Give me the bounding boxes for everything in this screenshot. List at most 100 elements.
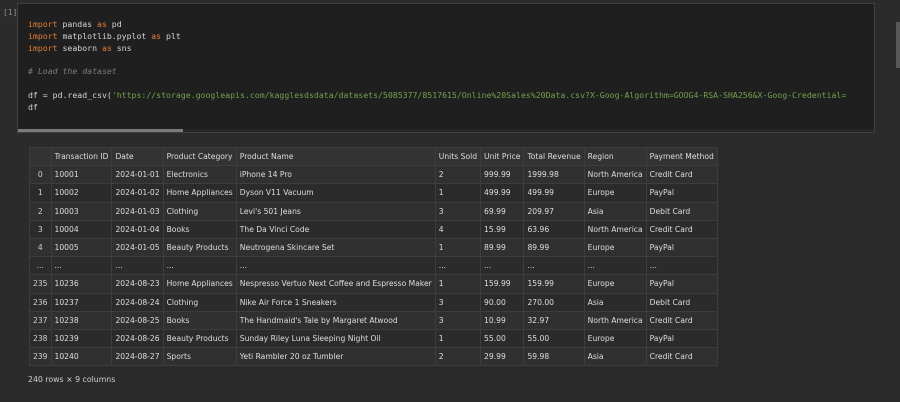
table-cell: PayPal: [645, 237, 718, 258]
column-header: Region: [583, 146, 647, 167]
table-cell: 3: [434, 292, 482, 312]
table-cell: Debit Card: [645, 201, 718, 221]
table-cell: 1: [434, 183, 482, 203]
table-cell: Europe: [583, 274, 647, 294]
table-cell: 499.99: [523, 183, 585, 203]
table-cell: Asia: [583, 292, 647, 312]
table-cell: 10002: [50, 183, 113, 203]
table-cell: Asia: [583, 347, 647, 367]
table-cell: 10238: [50, 310, 113, 330]
table-cell: 2024-01-02: [111, 183, 164, 203]
table-row: 1 10002 2024-01-02 Home Appliances Dyson V11…: [29, 183, 718, 203]
table-cell: 10001: [50, 165, 113, 185]
table-cell: Home Appliances: [162, 183, 237, 203]
table-cell: PayPal: [645, 183, 718, 203]
table-cell: Levi's 501 Jeans: [235, 201, 436, 221]
table-cell: 10.99: [480, 310, 525, 330]
table-cell: 89.99: [480, 237, 525, 258]
table-cell: The Handmaid's Tale by Margaret Atwood: [235, 310, 436, 330]
index-header: [29, 146, 52, 167]
table-cell: 2024-01-05: [111, 237, 164, 258]
table-row: 237 10238 2024-08-25 Books The Handmaid's Ta…: [29, 310, 718, 330]
column-header: Date: [111, 146, 164, 167]
table-cell: ...: [583, 256, 647, 276]
code-text: matplotlib.pyplot: [57, 30, 152, 41]
row-index: 235: [29, 274, 52, 294]
column-header: Total Revenue: [523, 146, 585, 167]
table-cell: ...: [162, 256, 237, 276]
table-cell: 29.99: [480, 347, 525, 367]
column-header: Transaction ID: [50, 146, 113, 167]
table-cell: 59.98: [523, 347, 585, 367]
table-row: 2 10003 2024-01-03 Clothing Levi's 501 Jeans…: [29, 201, 718, 221]
table-cell: North America: [583, 219, 647, 239]
table-cell: Books: [162, 219, 237, 239]
table-cell: Credit Card: [645, 347, 718, 367]
row-index: ...: [29, 256, 52, 276]
table-cell: Yeti Rambler 20 oz Tumbler: [235, 347, 436, 367]
table-cell: Electronics: [162, 165, 237, 185]
table-cell: 10236: [50, 274, 113, 294]
column-header: Product Name: [235, 146, 436, 167]
table-cell: Credit Card: [645, 219, 718, 239]
table-cell: 2024-08-27: [111, 347, 164, 367]
table-cell: 159.99: [480, 274, 525, 294]
dataframe-table: Transaction ID Date Product Category Produc…: [29, 146, 718, 367]
table-cell: 32.97: [523, 310, 585, 330]
code-text: plt: [161, 30, 181, 41]
table-header: Transaction ID Date Product Category Produc…: [29, 146, 718, 167]
row-index: 238: [29, 328, 52, 349]
table-cell: Europe: [583, 237, 647, 258]
column-header: Payment Method: [645, 146, 718, 167]
table-cell: Nespresso Vertuo Next Coffee and Espress…: [235, 274, 436, 294]
table-cell: 999.99: [480, 165, 525, 185]
table-cell: 2: [434, 347, 482, 367]
dataframe-shape: 240 rows × 9 columns: [28, 375, 116, 384]
table-row: 4 10005 2024-01-05 Beauty Products Neutrogen…: [29, 237, 718, 258]
table-cell: iPhone 14 Pro: [235, 165, 436, 185]
table-cell: 15.99: [480, 219, 525, 239]
table-body: 0 10001 2024-01-01 Electronics iPhone 14 Pro…: [29, 165, 718, 367]
table-cell: PayPal: [645, 328, 718, 349]
keyword: import: [28, 30, 58, 41]
keyword: import: [28, 42, 58, 53]
table-cell: 4: [434, 219, 482, 239]
horizontal-scrollbar[interactable]: [18, 129, 874, 132]
table-cell: 10237: [50, 292, 113, 312]
table-cell: 3: [434, 310, 482, 330]
table-cell: ...: [235, 256, 436, 276]
table-cell: Neutrogena Skincare Set: [235, 237, 436, 258]
table-cell: ...: [50, 256, 113, 276]
table-row: 3 10004 2024-01-04 Books The Da Vinci Code 4 1…: [29, 219, 718, 239]
code-text: df = pd.read_csv(: [28, 89, 112, 100]
table-cell: 159.99: [523, 274, 585, 294]
row-index: 0: [29, 165, 52, 185]
table-row: 238 10239 2024-08-26 Beauty Products Sunday …: [29, 328, 718, 349]
execution-count: [1]: [3, 8, 18, 17]
vertical-scrollbar-thumb[interactable]: [896, 22, 900, 68]
code-text: sns: [111, 42, 132, 53]
table-cell: 55.00: [523, 328, 585, 349]
table-cell: Credit Card: [645, 165, 718, 185]
table-cell: 3: [434, 201, 482, 221]
horizontal-scrollbar-thumb[interactable]: [18, 129, 183, 132]
code-text: df: [28, 101, 38, 112]
keyword: as: [101, 42, 112, 53]
table-cell: 2024-08-23: [111, 274, 164, 294]
code-editor[interactable]: import pandas as pd import matplotlib.py…: [28, 19, 846, 113]
code-text: pandas: [57, 19, 98, 29]
table-cell: Books: [162, 310, 237, 330]
table-cell: 10004: [50, 219, 113, 239]
column-header: Unit Price: [480, 146, 525, 167]
code-cell-input[interactable]: import pandas as pd import matplotlib.py…: [17, 3, 875, 133]
row-index: 236: [29, 292, 52, 312]
table-cell: ...: [523, 256, 585, 276]
table-cell: Credit Card: [645, 310, 718, 330]
table-cell: 2024-08-24: [111, 292, 164, 312]
code-string: 'https://storage.googleapis.com/kagglesd…: [111, 89, 847, 100]
table-cell: North America: [583, 165, 647, 185]
keyword: as: [97, 19, 107, 29]
cell-output: Transaction ID Date Product Category Produc…: [29, 146, 718, 367]
table-cell: 1999.98: [523, 165, 585, 185]
code-text: pd: [106, 19, 122, 29]
